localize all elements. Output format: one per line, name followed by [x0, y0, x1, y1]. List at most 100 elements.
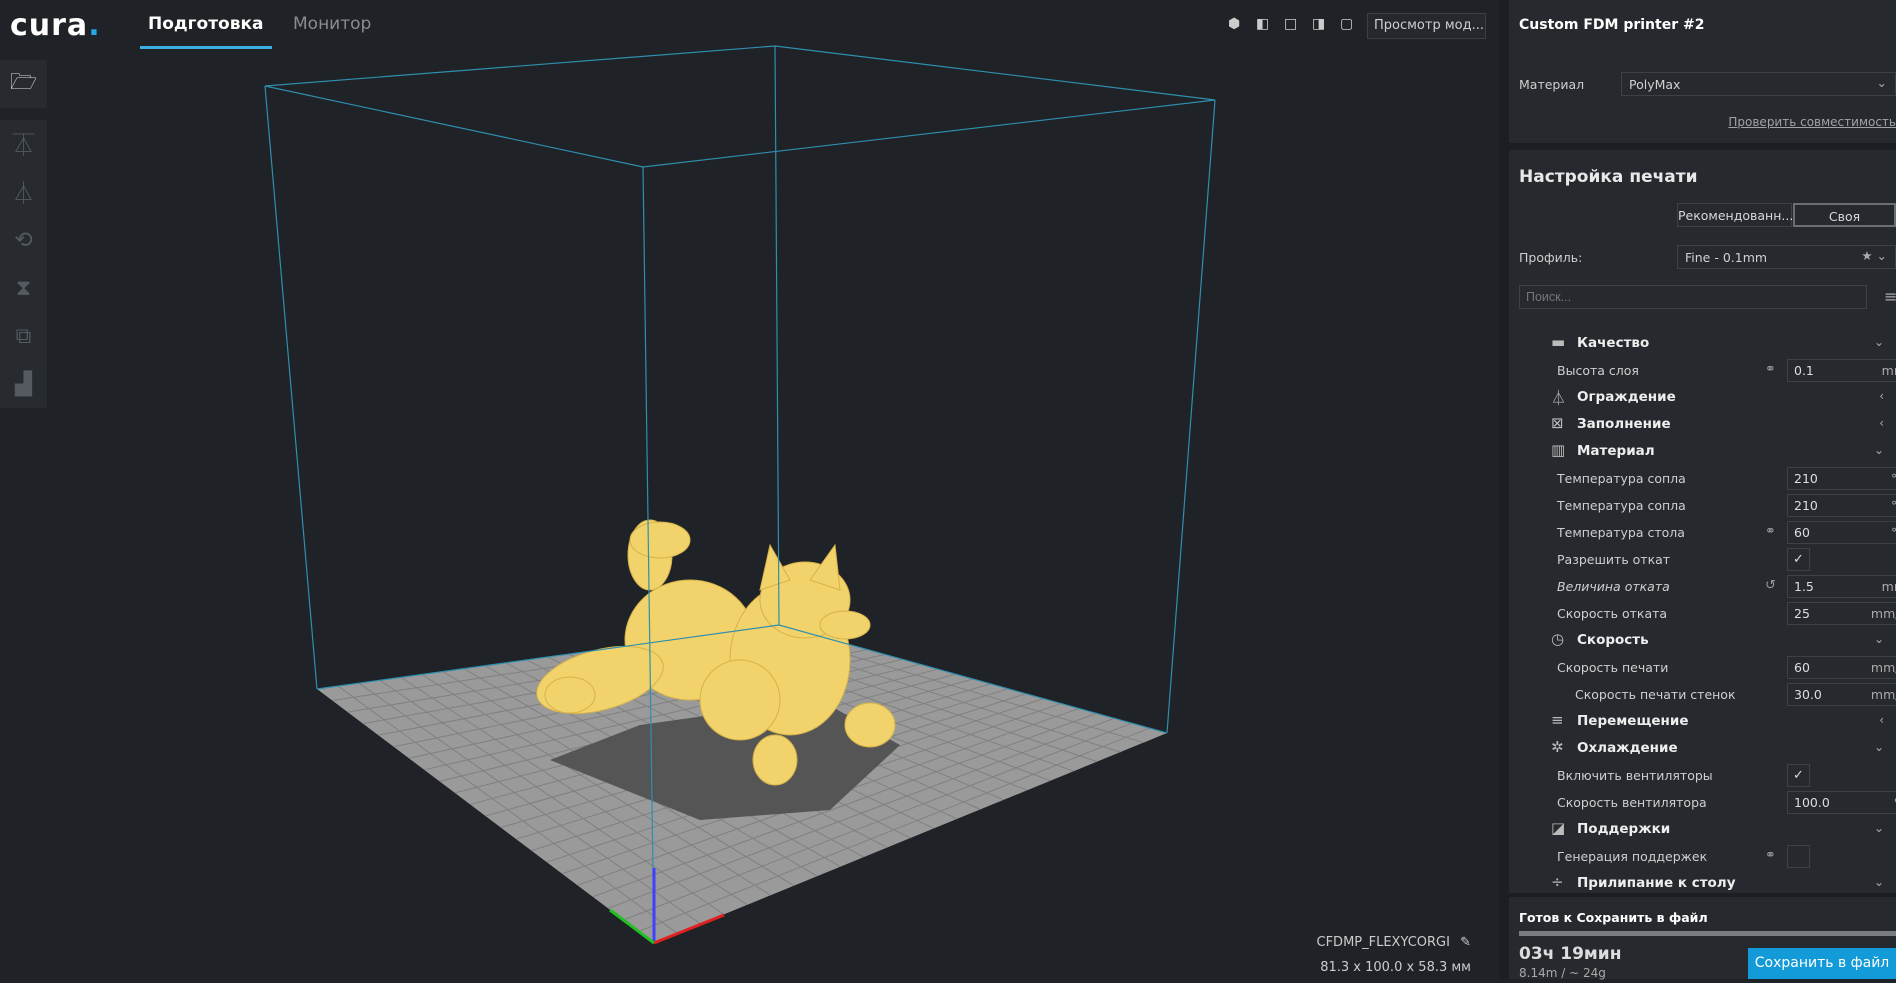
setting-label: Величина отката	[1557, 579, 1670, 594]
setting-row: Скорость вентилятора 100.0%	[1529, 789, 1896, 816]
setting-input[interactable]: 210°C	[1787, 494, 1896, 517]
setting-input[interactable]: 25mm/s	[1787, 602, 1896, 625]
setting-input[interactable]: 60°C	[1787, 521, 1896, 544]
settings-category[interactable]: ▬ Качество ⌄	[1529, 330, 1896, 357]
settings-category[interactable]: ≡ Перемещение ‹	[1529, 708, 1896, 735]
link-icon: ⚭	[1765, 848, 1776, 863]
chevron-down-icon[interactable]: ⌄	[1874, 740, 1884, 754]
category-icon: ◷	[1551, 630, 1565, 648]
front-view-icon[interactable]: ◧	[1256, 16, 1272, 32]
view-mode-dropdown[interactable]: Просмотр мод... ⌄	[1367, 13, 1486, 39]
pencil-icon[interactable]: ✎	[1460, 935, 1471, 950]
settings-category[interactable]: ⊠ Заполнение ‹	[1529, 411, 1896, 438]
category-label: Перемещение	[1577, 713, 1689, 729]
top-view-icon[interactable]: □	[1284, 16, 1300, 32]
move-icon[interactable]: ⏄	[0, 120, 47, 168]
print-time: 03ч 19мин	[1519, 944, 1622, 964]
model-name: CFDMP_FLEXYCORGI	[1316, 935, 1450, 950]
settings-menu-icon[interactable]: ≡	[1884, 287, 1896, 306]
print-setup-section: Настройка печати Рекомендованн... Своя П…	[1509, 150, 1896, 893]
tab-monitor[interactable]: Монитор	[293, 14, 371, 34]
cura-logo: cura.	[10, 8, 101, 43]
setting-checkbox[interactable]: ✓	[1787, 548, 1810, 571]
category-label: Прилипание к столу	[1577, 875, 1736, 891]
printer-section: Custom FDM printer #2 Материал PolyMax ⌄ …	[1509, 0, 1896, 143]
setting-label: Генерация поддержек	[1557, 849, 1708, 864]
per-model-settings-icon[interactable]: ⧉	[0, 312, 47, 360]
chevron-left-icon[interactable]: ‹	[1879, 713, 1884, 727]
rotate-icon[interactable]: ⟲	[0, 216, 47, 264]
settings-category[interactable]: ▥ Материал ⌄	[1529, 438, 1896, 465]
category-icon: ≡	[1551, 711, 1564, 729]
link-icon: ⚭	[1765, 362, 1776, 377]
status-text: Готов к Сохранить в файл	[1519, 910, 1708, 925]
setting-input[interactable]: 0.1mm	[1787, 359, 1896, 382]
open-file-group: 🗁	[0, 60, 47, 108]
3d-view-icon[interactable]: ⬢	[1228, 16, 1244, 32]
model-dimensions: 81.3 x 100.0 x 58.3 мм	[1320, 960, 1471, 975]
chevron-down-icon[interactable]: ⌄	[1874, 335, 1884, 349]
model-name-row: CFDMP_FLEXYCORGI ✎	[1317, 935, 1472, 950]
setting-label: Скорость вентилятора	[1557, 795, 1707, 810]
setting-row: Включить вентиляторы ✓	[1529, 762, 1896, 789]
tab-prepare[interactable]: Подготовка	[140, 14, 271, 49]
settings-category[interactable]: ✲ Охлаждение ⌄	[1529, 735, 1896, 762]
setting-label: Температура сопла	[1557, 471, 1686, 486]
profile-label: Профиль:	[1519, 250, 1583, 265]
chevron-down-icon: ⌄	[1876, 75, 1887, 90]
category-label: Заполнение	[1577, 416, 1671, 432]
save-to-file-button[interactable]: Сохранить в файл	[1748, 948, 1896, 979]
setting-label: Температура стола	[1557, 525, 1685, 540]
right-view-icon[interactable]: ▢	[1340, 16, 1356, 32]
setting-row: Скорость печати 60mm/s	[1529, 654, 1896, 681]
chevron-down-icon[interactable]: ⌄	[1874, 875, 1884, 889]
setting-label: Температура сопла	[1557, 498, 1686, 513]
folder-open-icon[interactable]: 🗁	[0, 60, 47, 108]
setting-row: Скорость отката 25mm/s	[1529, 600, 1896, 627]
category-label: Материал	[1577, 443, 1655, 459]
mirror-icon[interactable]: ⧗	[0, 264, 47, 312]
printer-name: Custom FDM printer #2	[1519, 17, 1705, 33]
chevron-left-icon[interactable]: ‹	[1879, 416, 1884, 430]
setting-row: Температура сопла 210°C	[1529, 492, 1896, 519]
material-dropdown[interactable]: PolyMax ⌄	[1621, 72, 1896, 96]
settings-panel: Custom FDM printer #2 Материал PolyMax ⌄ …	[1499, 0, 1896, 980]
support-blocker-icon[interactable]: ▟	[0, 360, 47, 408]
setting-row: Скорость печати стенок 30.0mm/s	[1529, 681, 1896, 708]
chevron-down-icon[interactable]: ⌄	[1874, 443, 1884, 457]
category-label: Охлаждение	[1577, 740, 1678, 756]
category-label: Качество	[1577, 335, 1650, 351]
setting-label: Высота слоя	[1557, 363, 1639, 378]
setting-checkbox[interactable]	[1787, 845, 1810, 868]
profile-dropdown[interactable]: Fine - 0.1mm ★ ⌄	[1677, 245, 1896, 269]
settings-search-input[interactable]	[1519, 285, 1867, 309]
settings-category[interactable]: ◪ Поддержки ⌄	[1529, 816, 1896, 843]
setting-checkbox[interactable]: ✓	[1787, 764, 1810, 787]
setting-input[interactable]: 60mm/s	[1787, 656, 1896, 679]
setting-label: Включить вентиляторы	[1557, 768, 1713, 783]
recommended-mode-button[interactable]: Рекомендованн...	[1677, 203, 1793, 227]
settings-category[interactable]: ⏃ Ограждение ‹	[1529, 384, 1896, 411]
category-label: Скорость	[1577, 632, 1649, 648]
build-volume	[264, 45, 1216, 945]
3d-viewport[interactable]	[0, 0, 1499, 979]
chevron-down-icon[interactable]: ⌄	[1874, 632, 1884, 646]
category-label: Поддержки	[1577, 821, 1671, 837]
material-label: Материал	[1519, 77, 1585, 92]
chevron-left-icon[interactable]: ‹	[1879, 389, 1884, 403]
check-compatibility-link[interactable]: Проверить совместимость	[1728, 115, 1896, 129]
left-view-icon[interactable]: ◨	[1312, 16, 1328, 32]
setting-input[interactable]: 1.5mm	[1787, 575, 1896, 598]
setting-input[interactable]: 210°C	[1787, 467, 1896, 490]
setting-row: Генерация поддержек ⚭	[1529, 843, 1896, 870]
scale-icon[interactable]: ⏃	[0, 168, 47, 216]
setting-input[interactable]: 30.0mm/s	[1787, 683, 1896, 706]
reset-icon[interactable]: ↺	[1765, 578, 1776, 593]
settings-category[interactable]: ÷ Прилипание к столу ⌄	[1529, 870, 1896, 897]
setting-label: Скорость отката	[1557, 606, 1668, 621]
setting-input[interactable]: 100.0%	[1787, 791, 1896, 814]
custom-mode-button[interactable]: Своя	[1793, 203, 1896, 227]
tool-bar: ⏄ ⏃ ⟲ ⧗ ⧉ ▟	[0, 120, 47, 408]
settings-category[interactable]: ◷ Скорость ⌄	[1529, 627, 1896, 654]
chevron-down-icon[interactable]: ⌄	[1874, 821, 1884, 835]
